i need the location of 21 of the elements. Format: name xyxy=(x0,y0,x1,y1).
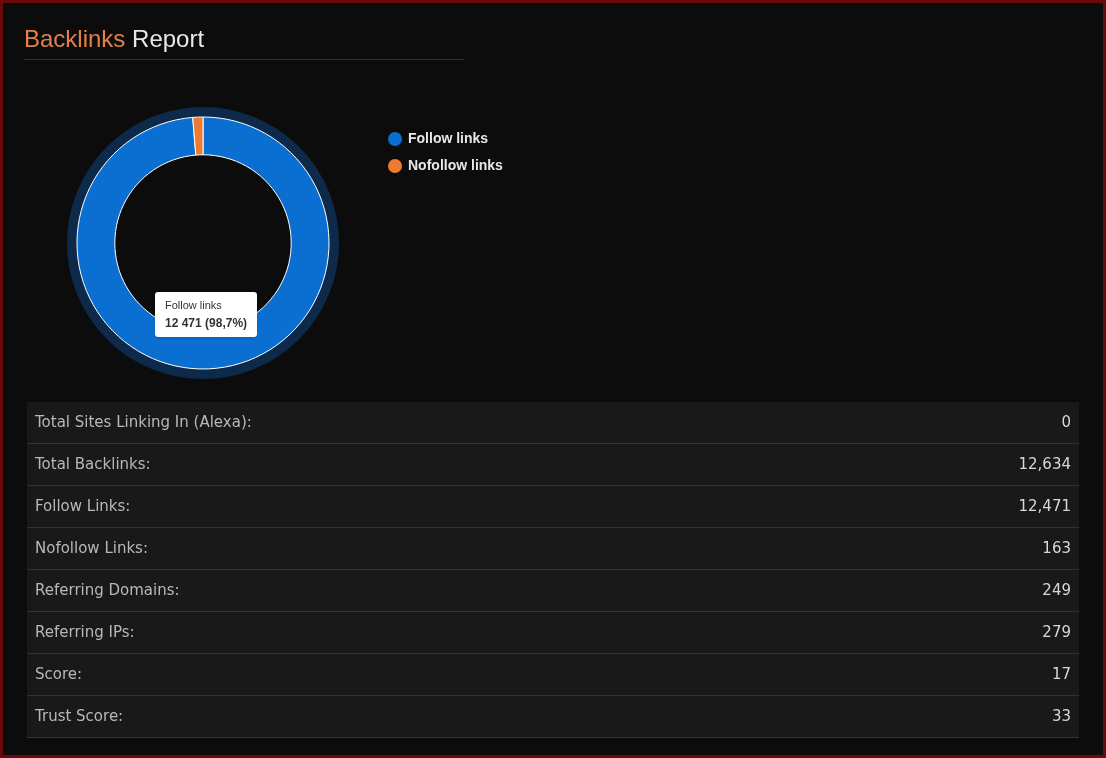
stat-value: 163 xyxy=(1042,538,1071,560)
legend-label[interactable]: Follow links xyxy=(408,128,489,149)
stat-value: 279 xyxy=(1042,622,1071,644)
stat-label: Total Backlinks: xyxy=(35,454,151,476)
stat-label: Follow Links: xyxy=(35,496,131,518)
slice-label: Follow links xyxy=(165,298,223,313)
report-title: Backlinks Report xyxy=(24,24,206,54)
stat-value: 12,471 xyxy=(1018,496,1071,518)
chart-tooltip: Follow links 12 471 (98,7%) xyxy=(155,292,258,337)
stat-value: 0 xyxy=(1061,412,1071,434)
stat-label: Referring Domains: xyxy=(35,580,180,602)
stat-value: 12,634 xyxy=(1018,454,1071,476)
stat-label: Trust Score: xyxy=(35,706,124,728)
stat-label: Nofollow Links: xyxy=(35,538,148,560)
stat-value: 33 xyxy=(1051,706,1071,728)
stat-value: 17 xyxy=(1051,664,1071,686)
stat-value: 249 xyxy=(1042,580,1071,602)
stat-label: Score: xyxy=(35,664,83,686)
stat-label: Total Sites Linking In (Alexa): xyxy=(35,412,252,434)
legend-label[interactable]: Nofollow links xyxy=(408,155,503,176)
stat-label: Referring IPs: xyxy=(35,622,135,644)
